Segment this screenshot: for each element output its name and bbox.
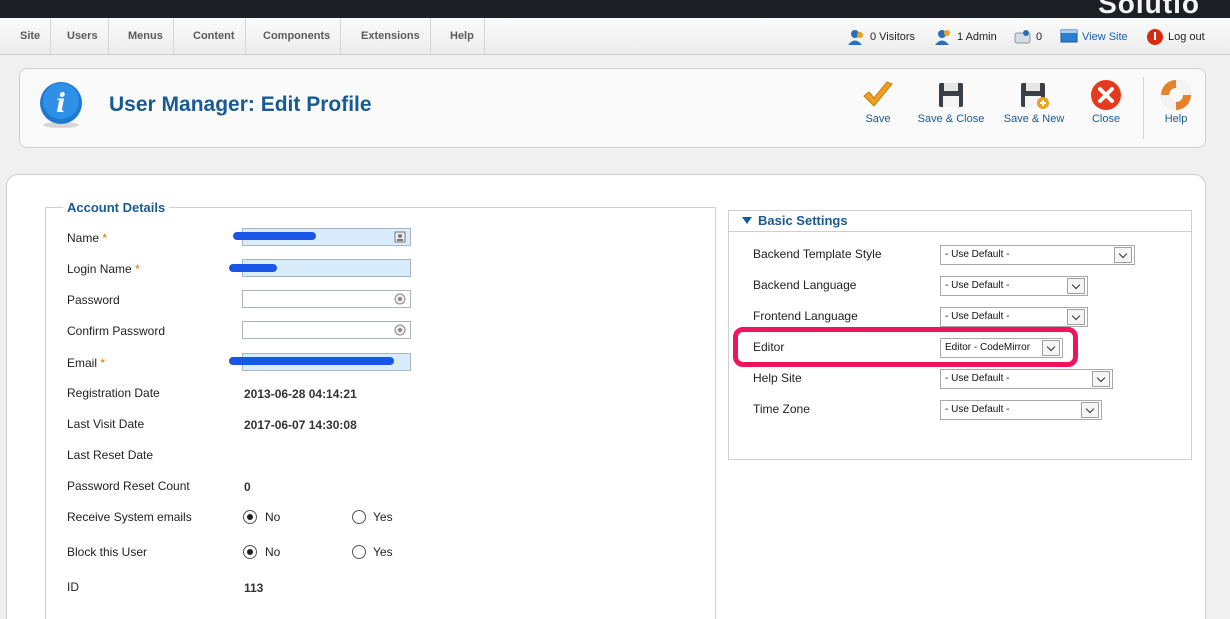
user-id-label: ID — [67, 580, 79, 594]
page-title: User Manager: Edit Profile — [109, 93, 372, 116]
save-close-button[interactable]: Save & Close — [916, 79, 986, 125]
floppy-disk-icon — [939, 83, 963, 107]
frontend-language-select[interactable]: - Use Default - — [940, 307, 1088, 327]
toolbar-divider — [1143, 77, 1144, 139]
close-label: Close — [1091, 113, 1121, 125]
menu-extensions[interactable]: Extensions — [351, 18, 431, 54]
time-zone-select[interactable]: - Use Default - — [940, 400, 1102, 420]
redaction-mark — [229, 264, 277, 272]
password-field[interactable] — [242, 290, 411, 308]
login-name-label: Login Name * — [67, 262, 140, 276]
backend-language-select[interactable]: - Use Default - — [940, 276, 1088, 296]
last-reset-date-label: Last Reset Date — [67, 448, 154, 462]
collapse-triangle-icon — [742, 217, 752, 224]
block-user-no-radio[interactable] — [243, 545, 257, 559]
save-close-label: Save & Close — [917, 113, 985, 125]
user-id-value: 113 — [244, 581, 264, 595]
password-reset-count-value: 0 — [244, 480, 251, 494]
block-user-yes-radio[interactable] — [352, 545, 366, 559]
chevron-down-icon — [1067, 309, 1085, 325]
logout-link[interactable]: Log out — [1168, 18, 1205, 54]
registration-date-label: Registration Date — [67, 386, 160, 400]
svg-text:i: i — [56, 89, 66, 119]
redaction-mark — [233, 232, 316, 240]
save-new-button[interactable]: Save & New — [1002, 79, 1066, 125]
view-site-icon[interactable] — [1060, 29, 1078, 43]
account-details-legend: Account Details — [63, 200, 170, 215]
confirm-password-field[interactable] — [242, 321, 411, 339]
checkmark-icon — [863, 81, 893, 107]
help-site-select[interactable]: - Use Default - — [940, 369, 1113, 389]
block-user-no-label[interactable]: No — [265, 545, 280, 559]
menu-menus[interactable]: Menus — [118, 18, 174, 54]
contact-card-icon — [394, 231, 406, 243]
save-new-label: Save & New — [1003, 113, 1065, 125]
registration-date-value: 2013-06-28 04:14:21 — [244, 387, 357, 401]
backend-language-label: Backend Language — [753, 278, 857, 292]
view-site-link[interactable]: View Site — [1082, 18, 1128, 54]
visitors-count: 0 Visitors — [870, 31, 916, 43]
admins-count: 1 Admin — [957, 31, 997, 43]
save-button[interactable]: Save — [860, 79, 896, 125]
receive-emails-label: Receive System emails — [67, 510, 192, 524]
help-label: Help — [1164, 113, 1188, 125]
help-site-label: Help Site — [753, 371, 802, 385]
menu-content[interactable]: Content — [183, 18, 246, 54]
info-icon: i — [40, 82, 82, 128]
receive-emails-no-radio[interactable] — [243, 510, 257, 524]
receive-emails-yes-label[interactable]: Yes — [373, 510, 393, 524]
key-icon — [394, 293, 406, 305]
receive-emails-no-label[interactable]: No — [265, 510, 280, 524]
menu-users[interactable]: Users — [57, 18, 109, 54]
save-label: Save — [865, 113, 891, 125]
chevron-down-icon — [1092, 371, 1110, 387]
redaction-mark — [229, 357, 394, 365]
backend-template-style-label: Backend Template Style — [753, 247, 882, 261]
menu-components[interactable]: Components — [253, 18, 342, 54]
receive-emails-yes-radio[interactable] — [352, 510, 366, 524]
top-header-strip: Solutio — [0, 0, 1230, 18]
brand-logo-text: Solutio — [1098, 0, 1200, 18]
help-button[interactable]: Help — [1156, 79, 1196, 125]
password-reset-count-label: Password Reset Count — [67, 479, 190, 493]
admin-user-icon — [935, 30, 950, 45]
time-zone-label: Time Zone — [753, 402, 810, 416]
name-label: Name * — [67, 231, 108, 245]
floppy-disk-plus-icon — [1021, 83, 1049, 109]
backend-template-style-select[interactable]: - Use Default - — [940, 245, 1135, 265]
chevron-down-icon — [1067, 278, 1085, 294]
lifebuoy-icon — [1161, 80, 1191, 110]
confirm-password-label: Confirm Password — [67, 324, 166, 338]
last-visit-date-value: 2017-06-07 14:30:08 — [244, 418, 357, 432]
admin-menu-bar: Site Users Menus Content Components Exte… — [0, 18, 1230, 55]
last-visit-date-label: Last Visit Date — [67, 417, 145, 431]
messages-count[interactable]: 0 — [1036, 18, 1042, 54]
email-label: Email * — [67, 356, 106, 370]
visitors-icon — [848, 30, 863, 45]
chevron-down-icon — [1114, 247, 1132, 263]
password-label: Password — [67, 293, 120, 307]
key-icon — [394, 324, 406, 336]
close-button[interactable]: Close — [1088, 79, 1124, 125]
messages-icon[interactable] — [1014, 29, 1032, 45]
toolbar-panel: i User Manager: Edit Profile Save Save &… — [19, 68, 1206, 148]
menu-site[interactable]: Site — [10, 18, 52, 54]
editor-highlight-annotation — [733, 327, 1078, 367]
logout-icon[interactable] — [1146, 28, 1164, 46]
block-user-label: Block this User — [67, 545, 148, 559]
chevron-down-icon — [1081, 402, 1099, 418]
block-user-yes-label[interactable]: Yes — [373, 545, 393, 559]
menu-help[interactable]: Help — [440, 18, 485, 54]
frontend-language-label: Frontend Language — [753, 309, 858, 323]
settings-divider — [729, 231, 1191, 232]
close-icon — [1091, 80, 1121, 110]
basic-settings-toggle[interactable]: Basic Settings — [742, 213, 848, 228]
